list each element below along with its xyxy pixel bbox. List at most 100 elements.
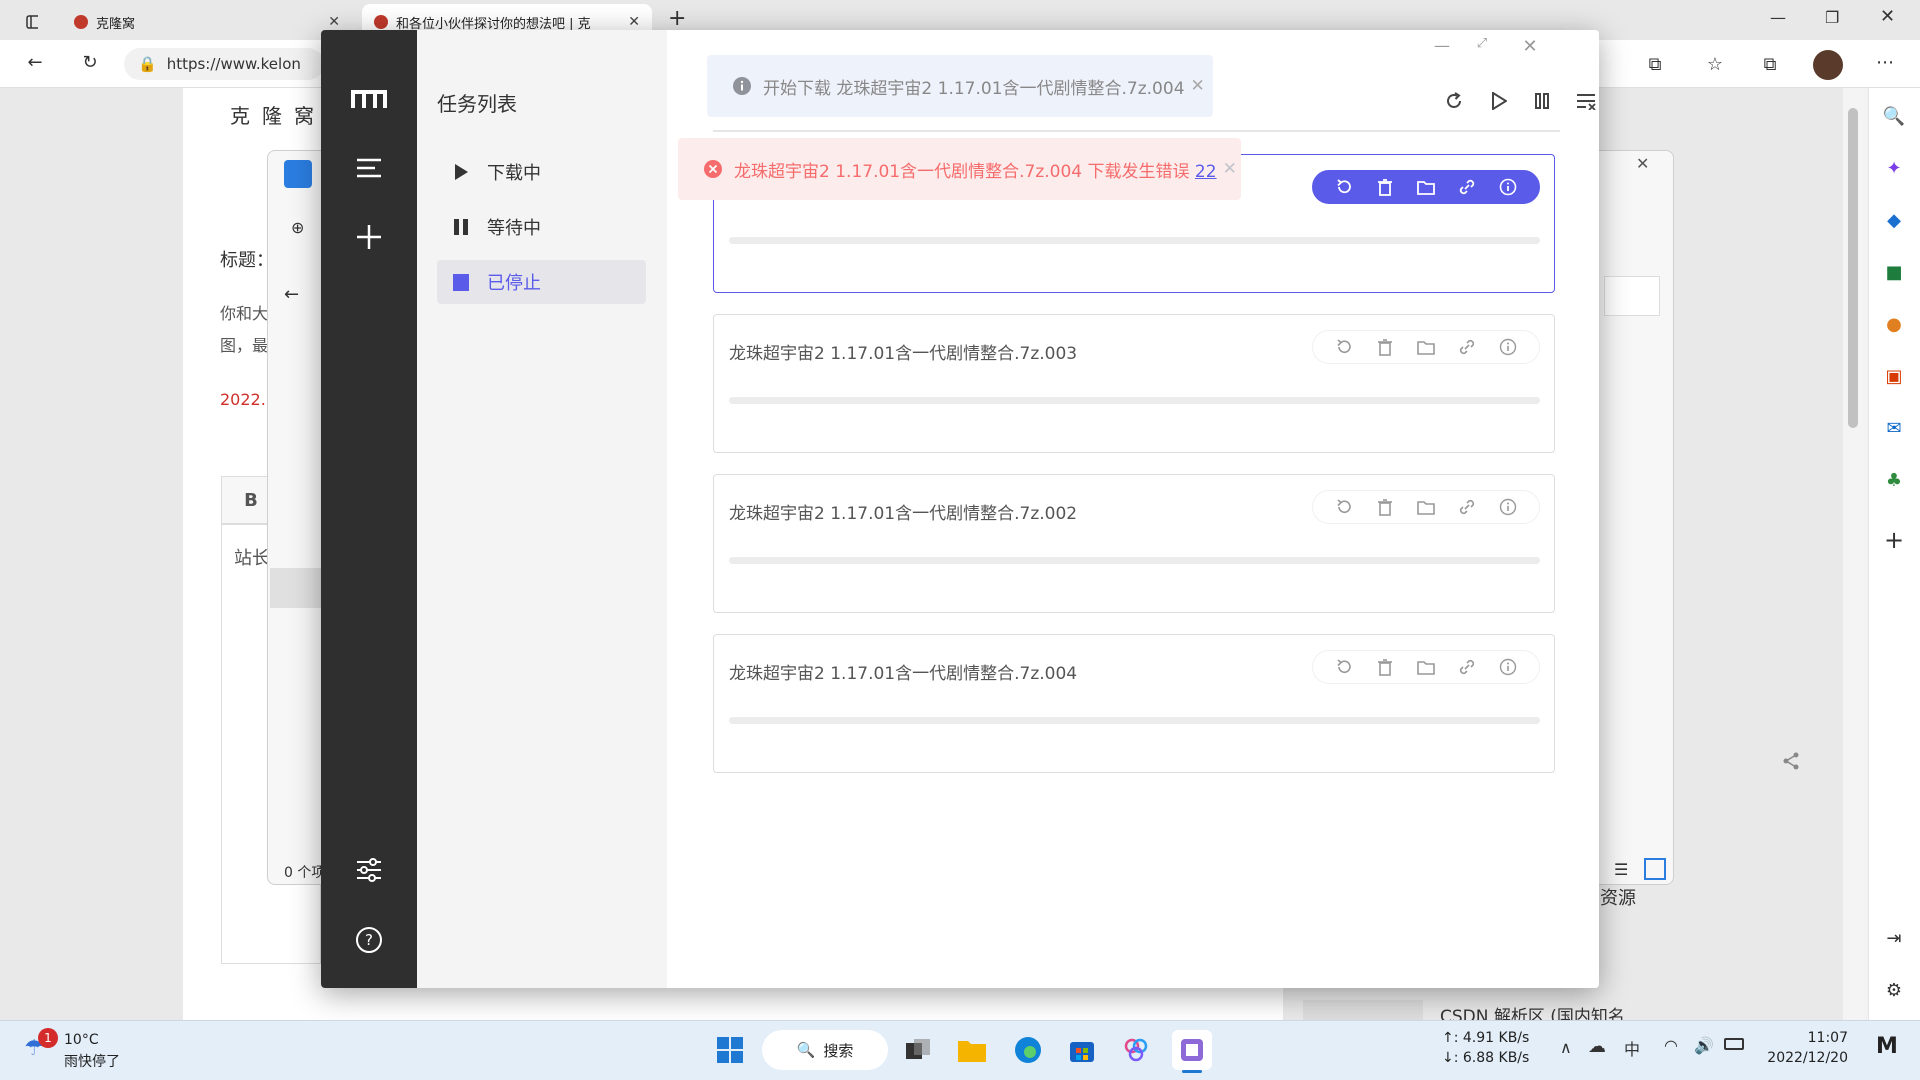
explorer-close-icon[interactable]: ✕	[1636, 154, 1649, 173]
collections-icon[interactable]: ⧉	[1755, 54, 1785, 75]
favorites-icon[interactable]: ☆	[1700, 54, 1730, 75]
header-divider	[713, 130, 1560, 132]
app-close-icon[interactable]: ✕	[1515, 36, 1545, 60]
link-icon[interactable]	[1456, 496, 1478, 518]
refresh-icon[interactable]: ↻	[75, 52, 105, 73]
tab-close-icon[interactable]: ✕	[328, 14, 340, 30]
info-icon[interactable]	[1497, 656, 1519, 678]
search-icon[interactable]: 🔍	[1876, 98, 1912, 134]
nav-item-stopped[interactable]: 已停止	[437, 260, 646, 304]
refresh-tasks-button[interactable]	[1439, 86, 1469, 116]
onedrive-cloud-icon[interactable]: ☁	[1588, 1036, 1606, 1057]
error-code-link[interactable]: 22	[1195, 162, 1217, 182]
tab-actions-button[interactable]	[14, 4, 50, 40]
error-circle-icon	[704, 160, 722, 178]
add-sidebar-icon[interactable]: +	[1876, 522, 1912, 558]
nav-item-waiting[interactable]: 等待中	[437, 205, 646, 249]
games-icon[interactable]: ●	[1876, 306, 1912, 342]
app-maximize-icon[interactable]: ⤢	[1467, 36, 1497, 60]
task-item[interactable]: 龙珠超宇宙2 1.17.01含一代剧情整合.7z.003	[713, 314, 1555, 453]
close-icon[interactable]: ✕	[1223, 159, 1237, 179]
app-minimize-icon[interactable]: —	[1427, 36, 1457, 60]
task-list-subnav: 任务列表 下载中 等待中 已停止	[417, 30, 667, 988]
explorer-back-icon[interactable]: ←	[284, 284, 299, 305]
window-minimize-icon[interactable]: —	[1770, 8, 1786, 27]
wifi-icon[interactable]: ◠	[1664, 1036, 1678, 1055]
explorer-add-icon[interactable]: ⊕	[291, 218, 304, 237]
restart-icon[interactable]	[1333, 496, 1355, 518]
clock-date[interactable]: 2022/12/20	[1760, 1050, 1848, 1066]
delete-icon[interactable]	[1374, 496, 1396, 518]
extensions-icon[interactable]: ⧉	[1640, 54, 1670, 75]
shopping-icon[interactable]: ◆	[1876, 202, 1912, 238]
outlook-icon[interactable]: ✉	[1876, 410, 1912, 446]
volume-icon[interactable]: 🔊	[1694, 1036, 1714, 1055]
taskbar-search[interactable]: 🔍 搜索	[762, 1030, 888, 1070]
office-icon[interactable]: ▣	[1876, 358, 1912, 394]
info-icon[interactable]	[1497, 336, 1519, 358]
help-icon[interactable]: ?	[321, 926, 417, 954]
delete-icon[interactable]	[1374, 176, 1396, 198]
task-list-menu-icon[interactable]	[321, 158, 417, 178]
info-icon[interactable]	[1497, 176, 1519, 198]
app-nav: ?	[321, 30, 417, 988]
pinned-app-icon[interactable]	[1116, 1030, 1156, 1070]
settings-icon[interactable]: ⚙	[1876, 972, 1912, 1008]
new-tab-button[interactable]: +	[668, 6, 686, 31]
window-restore-icon[interactable]: ❐	[1825, 8, 1839, 27]
sidebar-collapse-icon[interactable]: ⇥	[1876, 920, 1912, 956]
page-scrollbar[interactable]	[1843, 88, 1863, 1020]
nav-item-active[interactable]: 下载中	[437, 150, 646, 194]
delete-icon[interactable]	[1374, 336, 1396, 358]
delete-icon[interactable]	[1374, 656, 1396, 678]
tools-icon[interactable]: ■	[1876, 254, 1912, 290]
play-icon	[455, 164, 468, 180]
ime-indicator[interactable]: 中	[1624, 1036, 1640, 1060]
restart-icon[interactable]	[1333, 656, 1355, 678]
folder-icon[interactable]	[1415, 496, 1437, 518]
link-icon[interactable]	[1456, 336, 1478, 358]
close-icon[interactable]: ✕	[1191, 76, 1205, 96]
folder-icon[interactable]	[1415, 656, 1437, 678]
restart-icon[interactable]	[1333, 176, 1355, 198]
explorer-search-input[interactable]	[1604, 276, 1660, 316]
copilot-icon[interactable]: ✦	[1876, 150, 1912, 186]
tiles-view-icon[interactable]	[1644, 858, 1666, 880]
task-item[interactable]: 龙珠超宇宙2 1.17.01含一代剧情整合.7z.004	[713, 634, 1555, 773]
notification-logo-icon[interactable]: M	[1876, 1034, 1898, 1059]
restart-icon[interactable]	[1333, 336, 1355, 358]
start-button[interactable]	[710, 1030, 750, 1070]
resource-label: 资源	[1600, 888, 1636, 909]
pause-all-button[interactable]	[1527, 86, 1557, 116]
preferences-icon[interactable]	[321, 856, 417, 884]
task-item[interactable]: 龙珠超宇宙2 1.17.01含一代剧情整合.7z.002	[713, 474, 1555, 613]
share-button[interactable]	[1776, 746, 1806, 776]
link-icon[interactable]	[1456, 656, 1478, 678]
add-task-icon[interactable]	[321, 224, 417, 250]
profile-avatar[interactable]	[1813, 50, 1843, 80]
edge-icon[interactable]	[1008, 1030, 1048, 1070]
more-menu-icon[interactable]: ⋯	[1870, 52, 1900, 73]
folder-icon[interactable]	[1415, 336, 1437, 358]
tab-close-icon[interactable]: ✕	[628, 14, 640, 30]
tree-icon[interactable]: ♣	[1876, 462, 1912, 498]
task-view-icon[interactable]	[898, 1030, 938, 1070]
explorer-selected-row[interactable]	[270, 568, 322, 608]
motrix-taskbar-icon[interactable]	[1172, 1030, 1212, 1070]
window-close-icon[interactable]: ✕	[1880, 6, 1895, 27]
details-view-icon[interactable]: ☰	[1614, 860, 1628, 879]
browser-tab-1[interactable]: 克隆窝 ✕	[62, 4, 352, 40]
clock-time[interactable]: 11:07	[1768, 1030, 1848, 1046]
store-icon[interactable]	[1062, 1030, 1102, 1070]
error-toast-message: 龙珠超宇宙2 1.17.01含一代剧情整合.7z.004 下载发生错误 22	[734, 157, 1217, 182]
purge-records-button[interactable]	[1571, 86, 1599, 116]
info-icon[interactable]	[1497, 496, 1519, 518]
battery-icon[interactable]	[1724, 1038, 1744, 1050]
folder-icon[interactable]	[1415, 176, 1437, 198]
show-hidden-icons-icon[interactable]: ∧	[1560, 1038, 1572, 1057]
link-icon[interactable]	[1456, 176, 1478, 198]
address-bar[interactable]: 🔒 https://www.kelon	[124, 48, 324, 80]
back-icon[interactable]: ←	[20, 52, 50, 73]
resume-all-button[interactable]	[1484, 86, 1514, 116]
file-explorer-icon[interactable]	[952, 1030, 992, 1070]
